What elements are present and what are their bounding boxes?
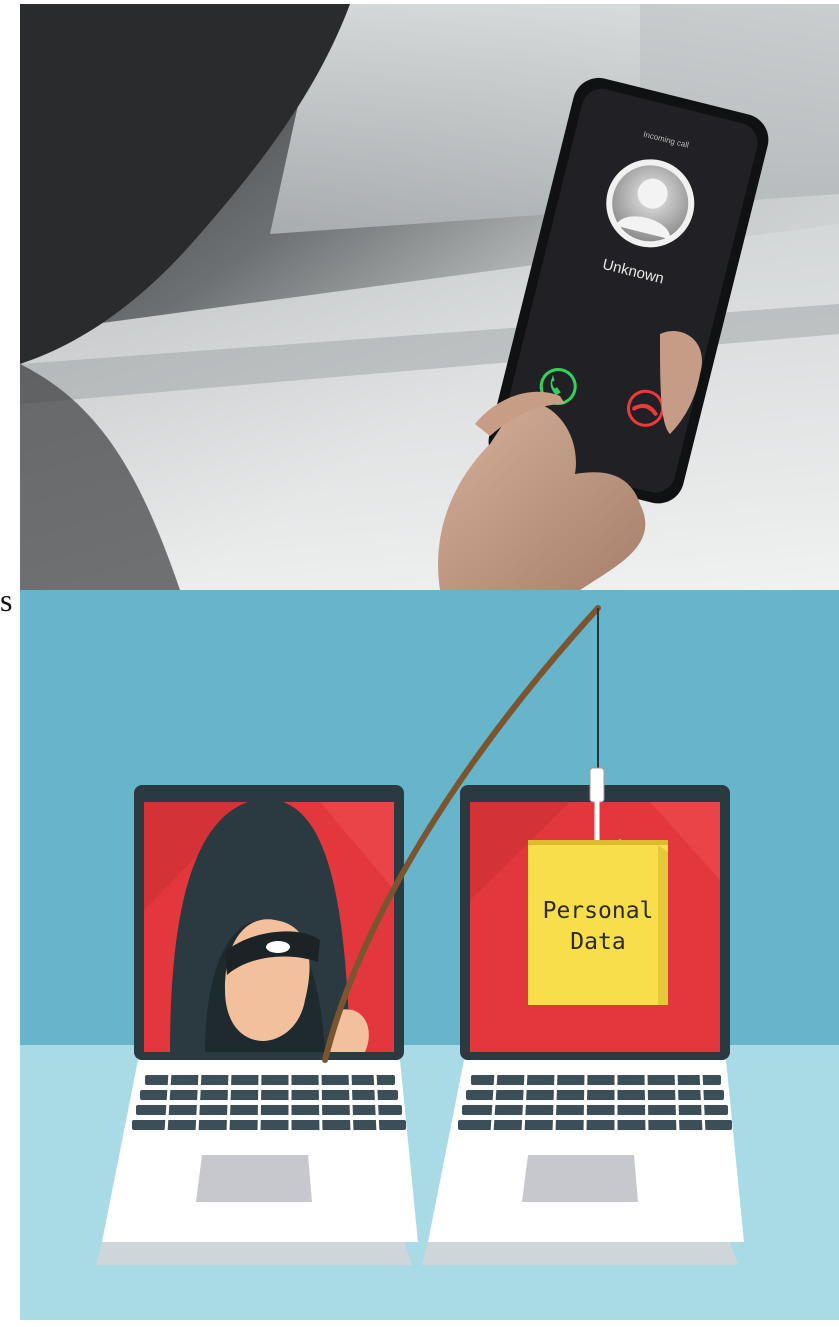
phone-call-photo: Incoming call Unknown: [20, 4, 839, 590]
note-line1: Personal: [543, 898, 654, 924]
stray-text-fragment: s: [0, 582, 13, 618]
note-line2: Data: [570, 929, 625, 955]
personal-data-note: Personal Data: [528, 840, 668, 1005]
laptop-icon: [96, 785, 418, 1265]
phishing-illustration: Personal Data: [20, 590, 839, 1320]
